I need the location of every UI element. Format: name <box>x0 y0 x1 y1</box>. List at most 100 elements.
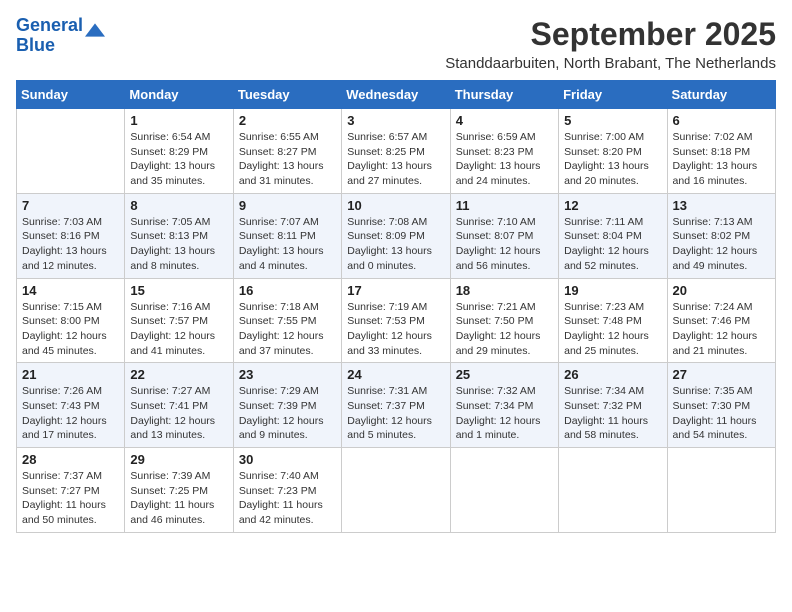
calendar-cell: 24 Sunrise: 7:31 AM Sunset: 7:37 PM Dayli… <box>342 363 450 448</box>
calendar-cell <box>450 448 558 533</box>
week-row-1: 1Sunrise: 6:54 AM Sunset: 8:29 PM Daylig… <box>17 109 776 194</box>
weekday-header-thursday: Thursday <box>450 81 558 109</box>
day-number: 14 <box>22 283 119 298</box>
day-info: Sunrise: 7:29 AM Sunset: 7:39 PM Dayligh… <box>239 384 336 443</box>
day-number: 19 <box>564 283 661 298</box>
calendar-cell: 5 Sunrise: 7:00 AM Sunset: 8:20 PM Daylig… <box>559 109 667 194</box>
logo-text: GeneralBlue <box>16 16 83 56</box>
calendar-cell: 16Sunrise: 7:18 AM Sunset: 7:55 PM Dayli… <box>233 278 341 363</box>
calendar-cell: 28 Sunrise: 7:37 AM Sunset: 7:27 PM Dayli… <box>17 448 125 533</box>
calendar-cell: 25 Sunrise: 7:32 AM Sunset: 7:34 PM Dayli… <box>450 363 558 448</box>
calendar-cell: 20Sunrise: 7:24 AM Sunset: 7:46 PM Dayli… <box>667 278 775 363</box>
calendar-cell <box>559 448 667 533</box>
day-number: 23 <box>239 367 336 382</box>
day-number: 4 <box>456 113 553 128</box>
calendar-cell: 7 Sunrise: 7:03 AM Sunset: 8:16 PM Daylig… <box>17 193 125 278</box>
calendar-cell: 26 Sunrise: 7:34 AM Sunset: 7:32 PM Dayli… <box>559 363 667 448</box>
month-title: September 2025 <box>105 16 776 53</box>
week-row-5: 28 Sunrise: 7:37 AM Sunset: 7:27 PM Dayli… <box>17 448 776 533</box>
calendar-cell: 4 Sunrise: 6:59 AM Sunset: 8:23 PM Daylig… <box>450 109 558 194</box>
day-info: Sunrise: 6:57 AM Sunset: 8:25 PM Dayligh… <box>347 130 444 189</box>
calendar-cell <box>17 109 125 194</box>
day-info: Sunrise: 7:32 AM Sunset: 7:34 PM Dayligh… <box>456 384 553 443</box>
day-number: 10 <box>347 198 444 213</box>
day-number: 3 <box>347 113 444 128</box>
calendar-cell: 21 Sunrise: 7:26 AM Sunset: 7:43 PM Dayli… <box>17 363 125 448</box>
weekday-header-row: SundayMondayTuesdayWednesdayThursdayFrid… <box>17 81 776 109</box>
calendar-cell <box>342 448 450 533</box>
day-number: 9 <box>239 198 336 213</box>
day-number: 8 <box>130 198 227 213</box>
day-number: 21 <box>22 367 119 382</box>
day-number: 24 <box>347 367 444 382</box>
day-info: Sunrise: 7:37 AM Sunset: 7:27 PM Dayligh… <box>22 469 119 528</box>
day-number: 17 <box>347 283 444 298</box>
calendar-table: SundayMondayTuesdayWednesdayThursdayFrid… <box>16 80 776 533</box>
day-info: Sunrise: 7:21 AM Sunset: 7:50 PM Dayligh… <box>456 300 553 359</box>
weekday-header-sunday: Sunday <box>17 81 125 109</box>
day-number: 15 <box>130 283 227 298</box>
day-number: 22 <box>130 367 227 382</box>
day-info: Sunrise: 7:11 AM Sunset: 8:04 PM Dayligh… <box>564 215 661 274</box>
calendar-cell: 23 Sunrise: 7:29 AM Sunset: 7:39 PM Dayli… <box>233 363 341 448</box>
day-number: 7 <box>22 198 119 213</box>
day-info: Sunrise: 7:07 AM Sunset: 8:11 PM Dayligh… <box>239 215 336 274</box>
logo-icon <box>85 23 105 37</box>
weekday-header-friday: Friday <box>559 81 667 109</box>
day-number: 29 <box>130 452 227 467</box>
page-header: GeneralBlue September 2025 Standdaarbuit… <box>16 16 776 72</box>
day-info: Sunrise: 7:03 AM Sunset: 8:16 PM Dayligh… <box>22 215 119 274</box>
calendar-cell: 1Sunrise: 6:54 AM Sunset: 8:29 PM Daylig… <box>125 109 233 194</box>
calendar-cell: 8 Sunrise: 7:05 AM Sunset: 8:13 PM Daylig… <box>125 193 233 278</box>
calendar-cell: 19 Sunrise: 7:23 AM Sunset: 7:48 PM Dayli… <box>559 278 667 363</box>
calendar-cell: 12 Sunrise: 7:11 AM Sunset: 8:04 PM Dayli… <box>559 193 667 278</box>
day-info: Sunrise: 7:16 AM Sunset: 7:57 PM Dayligh… <box>130 300 227 359</box>
day-info: Sunrise: 7:19 AM Sunset: 7:53 PM Dayligh… <box>347 300 444 359</box>
day-number: 18 <box>456 283 553 298</box>
day-info: Sunrise: 7:05 AM Sunset: 8:13 PM Dayligh… <box>130 215 227 274</box>
calendar-cell: 27Sunrise: 7:35 AM Sunset: 7:30 PM Dayli… <box>667 363 775 448</box>
day-number: 11 <box>456 198 553 213</box>
day-info: Sunrise: 7:02 AM Sunset: 8:18 PM Dayligh… <box>673 130 770 189</box>
calendar-cell: 14 Sunrise: 7:15 AM Sunset: 8:00 PM Dayli… <box>17 278 125 363</box>
day-info: Sunrise: 7:23 AM Sunset: 7:48 PM Dayligh… <box>564 300 661 359</box>
calendar-cell: 30 Sunrise: 7:40 AM Sunset: 7:23 PM Dayli… <box>233 448 341 533</box>
day-info: Sunrise: 7:39 AM Sunset: 7:25 PM Dayligh… <box>130 469 227 528</box>
title-block: September 2025 Standdaarbuiten, North Br… <box>105 16 776 72</box>
day-number: 5 <box>564 113 661 128</box>
calendar-cell: 22Sunrise: 7:27 AM Sunset: 7:41 PM Dayli… <box>125 363 233 448</box>
day-info: Sunrise: 7:26 AM Sunset: 7:43 PM Dayligh… <box>22 384 119 443</box>
week-row-2: 7 Sunrise: 7:03 AM Sunset: 8:16 PM Daylig… <box>17 193 776 278</box>
day-number: 26 <box>564 367 661 382</box>
day-number: 30 <box>239 452 336 467</box>
calendar-cell: 15 Sunrise: 7:16 AM Sunset: 7:57 PM Dayli… <box>125 278 233 363</box>
day-number: 16 <box>239 283 336 298</box>
day-info: Sunrise: 6:54 AM Sunset: 8:29 PM Dayligh… <box>130 130 227 189</box>
day-number: 6 <box>673 113 770 128</box>
weekday-header-monday: Monday <box>125 81 233 109</box>
day-info: Sunrise: 7:00 AM Sunset: 8:20 PM Dayligh… <box>564 130 661 189</box>
location-subtitle: Standdaarbuiten, North Brabant, The Neth… <box>105 55 776 72</box>
day-number: 25 <box>456 367 553 382</box>
day-info: Sunrise: 7:40 AM Sunset: 7:23 PM Dayligh… <box>239 469 336 528</box>
day-info: Sunrise: 7:34 AM Sunset: 7:32 PM Dayligh… <box>564 384 661 443</box>
day-info: Sunrise: 6:59 AM Sunset: 8:23 PM Dayligh… <box>456 130 553 189</box>
day-info: Sunrise: 7:08 AM Sunset: 8:09 PM Dayligh… <box>347 215 444 274</box>
day-number: 27 <box>673 367 770 382</box>
calendar-cell: 9 Sunrise: 7:07 AM Sunset: 8:11 PM Daylig… <box>233 193 341 278</box>
day-number: 12 <box>564 198 661 213</box>
calendar-cell <box>667 448 775 533</box>
calendar-cell: 11 Sunrise: 7:10 AM Sunset: 8:07 PM Dayli… <box>450 193 558 278</box>
calendar-cell: 3 Sunrise: 6:57 AM Sunset: 8:25 PM Daylig… <box>342 109 450 194</box>
day-number: 28 <box>22 452 119 467</box>
calendar-cell: 29 Sunrise: 7:39 AM Sunset: 7:25 PM Dayli… <box>125 448 233 533</box>
calendar-cell: 10 Sunrise: 7:08 AM Sunset: 8:09 PM Dayli… <box>342 193 450 278</box>
day-info: Sunrise: 7:13 AM Sunset: 8:02 PM Dayligh… <box>673 215 770 274</box>
calendar-cell: 13Sunrise: 7:13 AM Sunset: 8:02 PM Dayli… <box>667 193 775 278</box>
day-number: 20 <box>673 283 770 298</box>
day-info: Sunrise: 7:10 AM Sunset: 8:07 PM Dayligh… <box>456 215 553 274</box>
day-info: Sunrise: 7:15 AM Sunset: 8:00 PM Dayligh… <box>22 300 119 359</box>
weekday-header-saturday: Saturday <box>667 81 775 109</box>
calendar-cell: 18 Sunrise: 7:21 AM Sunset: 7:50 PM Dayli… <box>450 278 558 363</box>
day-info: Sunrise: 7:31 AM Sunset: 7:37 PM Dayligh… <box>347 384 444 443</box>
